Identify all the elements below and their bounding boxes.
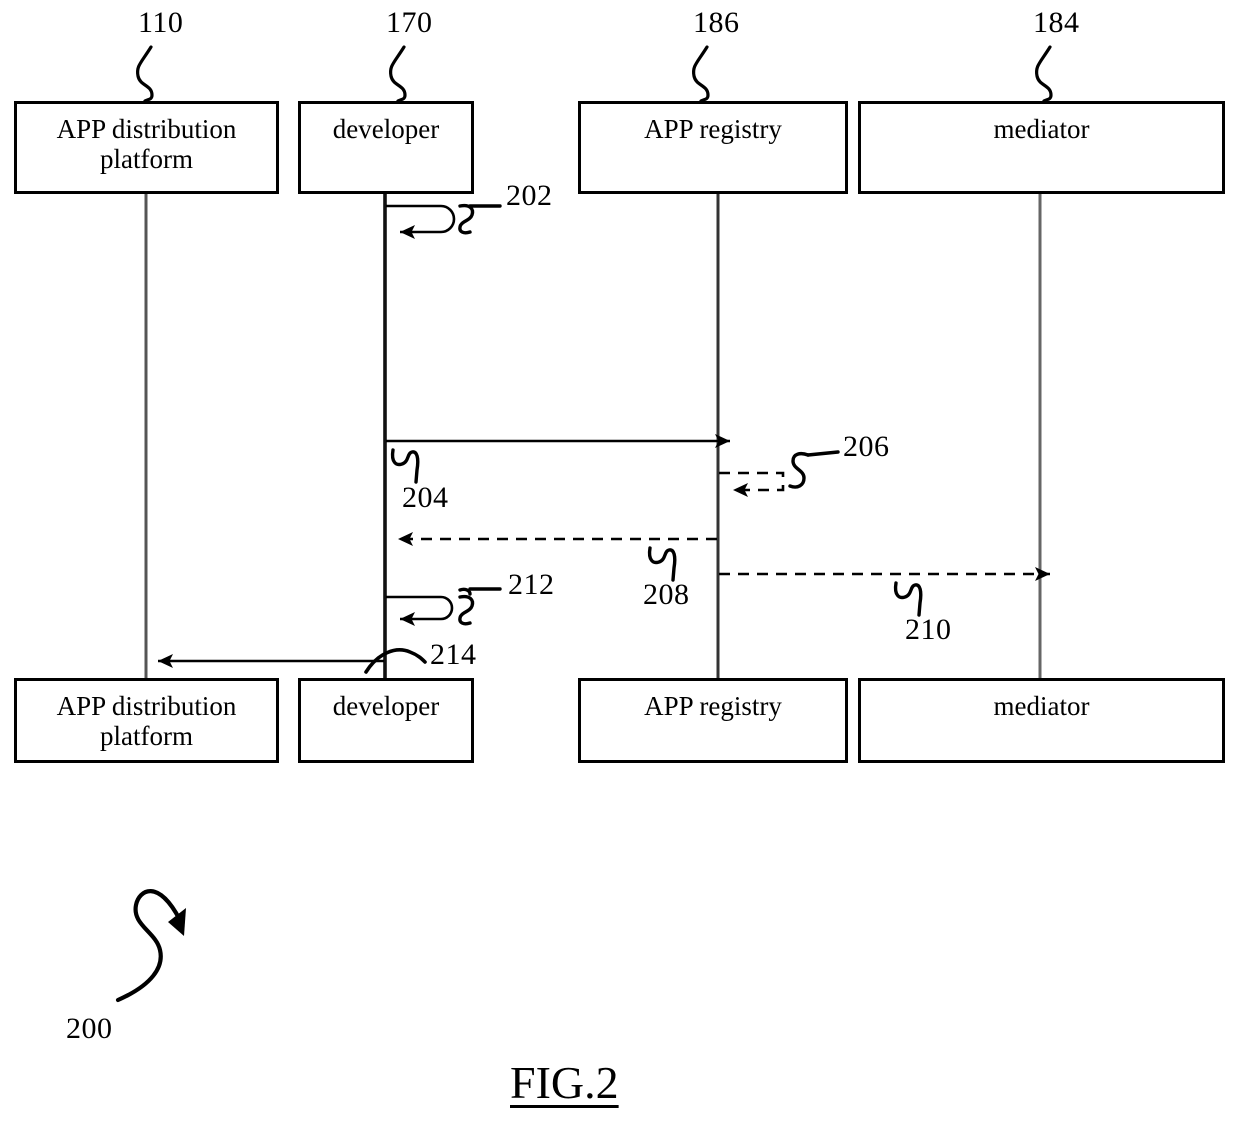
ref-numeral-210: 210 bbox=[905, 613, 952, 646]
figure-leader-200 bbox=[115, 889, 186, 1003]
patent-figure: APP distribution platform developer APP … bbox=[0, 0, 1240, 1130]
participant-label: APP registry bbox=[644, 114, 782, 144]
participant-box-app-distribution-platform-bottom[interactable]: APP distribution platform bbox=[14, 678, 279, 763]
participant-label: APP distribution platform bbox=[56, 114, 237, 175]
ref-numeral-186: 186 bbox=[693, 6, 740, 39]
ref-numeral-206: 206 bbox=[843, 430, 890, 463]
participant-label: developer bbox=[332, 114, 440, 144]
ref-numeral-212: 212 bbox=[508, 568, 555, 601]
participant-label: developer bbox=[332, 691, 440, 721]
participant-label: APP distribution platform bbox=[56, 691, 237, 752]
participant-label: mediator bbox=[993, 691, 1090, 721]
message-208 bbox=[398, 532, 717, 582]
participant-box-app-registry-bottom[interactable]: APP registry bbox=[578, 678, 848, 763]
message-210 bbox=[719, 567, 1050, 617]
leader-line-110 bbox=[135, 45, 154, 103]
ref-numeral-202: 202 bbox=[506, 179, 553, 212]
message-206 bbox=[719, 450, 840, 497]
participant-label: APP registry bbox=[644, 691, 782, 721]
leader-line-170 bbox=[388, 45, 407, 103]
ref-numeral-170: 170 bbox=[386, 6, 433, 39]
ref-numeral-214: 214 bbox=[430, 638, 477, 671]
participant-box-app-registry-top[interactable]: APP registry bbox=[578, 101, 848, 194]
ref-numeral-110: 110 bbox=[138, 6, 184, 39]
participant-box-mediator-top[interactable]: mediator bbox=[858, 101, 1225, 194]
ref-numeral-204: 204 bbox=[402, 481, 449, 514]
participant-box-developer-bottom[interactable]: developer bbox=[298, 678, 474, 763]
ref-numeral-208: 208 bbox=[643, 578, 690, 611]
participant-label: mediator bbox=[993, 114, 1090, 144]
leader-line-186 bbox=[691, 45, 710, 103]
participant-box-app-distribution-platform-top[interactable]: APP distribution platform bbox=[14, 101, 279, 194]
message-204 bbox=[386, 434, 730, 484]
ref-numeral-184: 184 bbox=[1033, 6, 1080, 39]
participant-box-developer-top[interactable]: developer bbox=[298, 101, 474, 194]
message-212 bbox=[386, 587, 502, 626]
participant-box-mediator-bottom[interactable]: mediator bbox=[858, 678, 1225, 763]
figure-caption: FIG.2 bbox=[510, 1057, 619, 1108]
ref-numeral-200: 200 bbox=[66, 1012, 113, 1045]
message-202 bbox=[386, 203, 502, 239]
leader-line-184 bbox=[1034, 45, 1053, 103]
